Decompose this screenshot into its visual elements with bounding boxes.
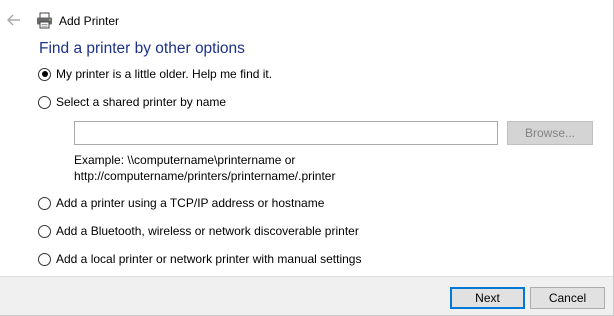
option-label: Add a local printer or network printer w… — [56, 252, 362, 266]
back-button[interactable] — [5, 10, 23, 30]
radio-older-printer[interactable] — [38, 67, 51, 81]
dialog-window: Add Printer Find a printer by other opti… — [0, 0, 614, 316]
back-arrow-icon — [7, 14, 20, 26]
example-text: Example: \\computername\printername or h… — [74, 152, 335, 184]
option-label: Select a shared printer by name — [56, 95, 227, 109]
example-line-1: Example: \\computername\printername or — [74, 153, 296, 167]
example-line-2: http://computername/printers/printername… — [74, 169, 336, 183]
printer-icon — [37, 12, 52, 29]
window-title: Add Printer — [59, 14, 120, 28]
cancel-button[interactable]: Cancel — [530, 287, 605, 309]
option-label: Add a printer using a TCP/IP address or … — [56, 196, 325, 210]
browse-button[interactable]: Browse... — [507, 121, 593, 145]
option-older-printer[interactable]: My printer is a little older. Help me fi… — [38, 67, 272, 81]
option-local-manual[interactable]: Add a local printer or network printer w… — [38, 252, 361, 266]
radio-local-manual[interactable] — [38, 252, 51, 266]
option-label: My printer is a little older. Help me fi… — [56, 67, 273, 81]
radio-tcpip[interactable] — [38, 196, 51, 210]
title-bar: Add Printer — [0, 0, 614, 40]
radio-bluetooth-wireless[interactable] — [38, 224, 51, 238]
option-bluetooth-wireless[interactable]: Add a Bluetooth, wireless or network dis… — [38, 224, 359, 238]
next-button[interactable]: Next — [450, 287, 525, 309]
option-label: Add a Bluetooth, wireless or network dis… — [56, 224, 359, 238]
option-shared-printer[interactable]: Select a shared printer by name — [38, 95, 226, 109]
shared-printer-name-input[interactable] — [74, 121, 498, 145]
radio-shared-printer[interactable] — [38, 95, 51, 109]
page-heading: Find a printer by other options — [39, 40, 245, 57]
dialog-footer: Next Cancel — [0, 276, 613, 315]
option-tcpip[interactable]: Add a printer using a TCP/IP address or … — [38, 196, 324, 210]
